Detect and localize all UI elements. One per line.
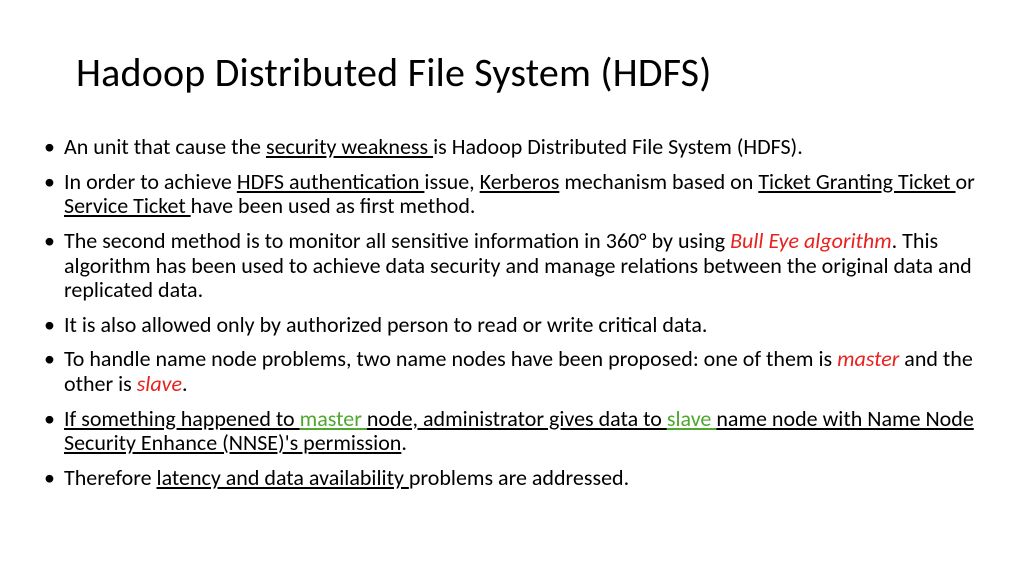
text-segment: have been used as first method. (191, 192, 476, 219)
text-segment: To handle name node problems, two name n… (64, 345, 837, 372)
text-segment: issue, (424, 168, 479, 195)
text-segment: latency and data availability (157, 464, 409, 491)
text-segment: node, administrator gives data to (367, 405, 667, 432)
bullet-item: It is also allowed only by authorized pe… (40, 313, 984, 338)
text-segment: Kerberos (480, 168, 560, 195)
bullet-item: The second method is to monitor all sens… (40, 229, 984, 303)
text-segment: slave (667, 405, 716, 432)
text-segment: In order to achieve (64, 168, 237, 195)
text-segment: problems are addressed. (409, 464, 629, 491)
text-segment: Bull Eye algorithm (730, 227, 892, 254)
slide-title: Hadoop Distributed File System (HDFS) (76, 48, 984, 97)
text-segment: Therefore (64, 464, 157, 491)
text-segment: master (300, 405, 367, 432)
slide: Hadoop Distributed File System (HDFS) An… (0, 0, 1024, 576)
text-segment: Service Ticket (64, 192, 191, 219)
text-segment: If something happened to (64, 405, 300, 432)
text-segment: mechanism based on (559, 168, 758, 195)
text-segment: . (401, 429, 407, 456)
text-segment: Ticket Granting Ticket (758, 168, 955, 195)
text-segment: An unit that cause the (64, 133, 266, 160)
bullet-item: If something happened to master node, ad… (40, 407, 984, 456)
bullet-item: An unit that cause the security weakness… (40, 135, 984, 160)
bullet-item: In order to achieve HDFS authentication … (40, 170, 984, 219)
bullet-item: Therefore latency and data availability … (40, 466, 984, 491)
text-segment: It is also allowed only by authorized pe… (64, 311, 707, 338)
bullet-list: An unit that cause the security weakness… (40, 135, 984, 491)
text-segment: or (956, 168, 975, 195)
text-segment: security weakness (266, 133, 433, 160)
text-segment: The second method is to monitor all sens… (64, 227, 730, 254)
text-segment: slave (137, 370, 182, 397)
bullet-item: To handle name node problems, two name n… (40, 347, 984, 396)
text-segment: . (182, 370, 188, 397)
text-segment: HDFS authentication (237, 168, 425, 195)
text-segment: master (837, 345, 899, 372)
text-segment: is Hadoop Distributed File System (HDFS)… (433, 133, 803, 160)
